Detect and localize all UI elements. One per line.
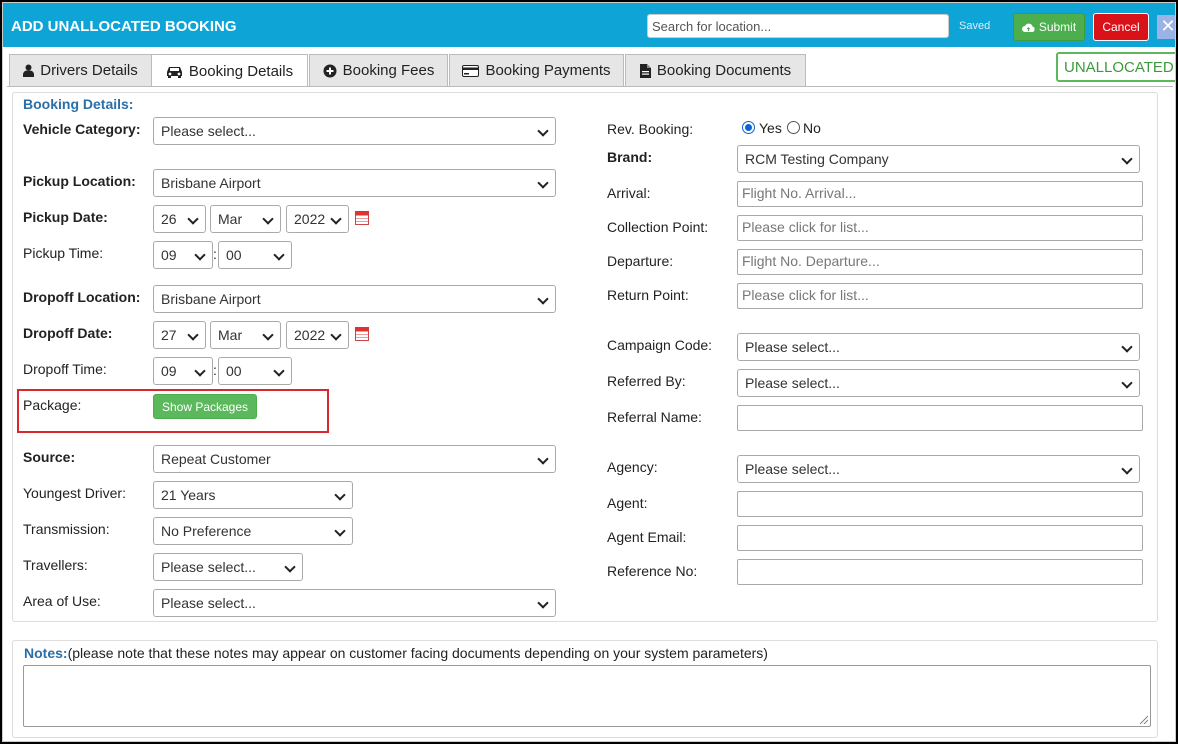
dropoff-day-select[interactable]: 27 <box>153 321 206 349</box>
departure-input[interactable]: Flight No. Departure... <box>737 249 1143 275</box>
reference-no-label: Reference No: <box>607 563 698 579</box>
calendar-icon[interactable] <box>355 211 369 225</box>
pickup-year-select[interactable]: 2022 <box>286 205 349 233</box>
agent-email-label: Agent Email: <box>607 529 687 545</box>
pickup-minute-select[interactable]: 00 <box>218 241 292 269</box>
pickup-location-select[interactable]: Brisbane Airport <box>153 169 556 197</box>
dropoff-year-select[interactable]: 2022 <box>286 321 349 349</box>
location-search-input[interactable] <box>647 14 949 38</box>
plus-circle-icon <box>323 64 337 77</box>
vehicle-category-label: Vehicle Category: <box>23 121 141 137</box>
car-icon <box>166 66 182 78</box>
resize-grip-icon[interactable] <box>1140 716 1148 724</box>
agency-select[interactable]: Please select... <box>737 455 1140 483</box>
pickup-location-label: Pickup Location: <box>23 173 136 189</box>
arrival-input[interactable]: Flight No. Arrival... <box>737 181 1143 207</box>
referred-by-select[interactable]: Please select... <box>737 369 1140 397</box>
notes-title: Notes: <box>24 645 68 661</box>
document-icon <box>639 63 651 78</box>
close-icon[interactable]: ✕ <box>1157 15 1175 39</box>
rev-booking-yes-radio[interactable] <box>742 121 755 134</box>
vehicle-category-select[interactable]: Please select... <box>153 117 556 145</box>
reference-no-input[interactable] <box>737 559 1143 585</box>
dropoff-location-select[interactable]: Brisbane Airport <box>153 285 556 313</box>
tab-label: Booking Payments <box>485 62 611 79</box>
calendar-icon[interactable] <box>355 327 369 341</box>
notes-textarea[interactable] <box>23 665 1151 727</box>
notes-heading: Notes:(please note that these notes may … <box>24 645 768 661</box>
rev-booking-yes-label: Yes <box>759 120 782 136</box>
campaign-code-select[interactable]: Please select... <box>737 333 1140 361</box>
dropoff-hour-select[interactable]: 09 <box>153 357 213 385</box>
agent-email-input[interactable] <box>737 525 1143 551</box>
tab-booking-documents[interactable]: Booking Documents <box>625 54 806 86</box>
tab-booking-details[interactable]: Booking Details <box>151 54 308 87</box>
transmission-select[interactable]: No Preference <box>153 517 353 545</box>
referral-name-label: Referral Name: <box>607 409 702 425</box>
submit-button[interactable]: Submit <box>1013 13 1085 41</box>
campaign-code-label: Campaign Code: <box>607 337 713 353</box>
dialog-title: ADD UNALLOCATED BOOKING <box>11 18 237 35</box>
rev-booking-label: Rev. Booking: <box>607 121 694 137</box>
time-separator: : <box>213 246 217 262</box>
status-badge: UNALLOCATED <box>1056 52 1175 82</box>
tab-label: Booking Documents <box>656 62 792 79</box>
tab-label: Drivers Details <box>40 62 138 79</box>
pickup-day-select[interactable]: 26 <box>153 205 206 233</box>
collection-point-label: Collection Point: <box>607 219 709 235</box>
youngest-driver-label: Youngest Driver: <box>23 485 126 501</box>
travellers-label: Travellers: <box>23 557 88 573</box>
tab-label: Booking Fees <box>342 62 435 79</box>
pickup-month-select[interactable]: Mar <box>210 205 281 233</box>
tab-booking-fees[interactable]: Booking Fees <box>309 54 448 86</box>
tab-booking-payments[interactable]: Booking Payments <box>449 54 624 86</box>
dropoff-month-select[interactable]: Mar <box>210 321 281 349</box>
source-label: Source: <box>23 449 76 465</box>
departure-label: Departure: <box>607 253 674 269</box>
return-point-input[interactable]: Please click for list... <box>737 283 1143 309</box>
return-point-label: Return Point: <box>607 287 689 303</box>
pickup-date-label: Pickup Date: <box>23 209 108 225</box>
user-icon <box>23 64 35 77</box>
time-separator: : <box>213 362 217 378</box>
agent-label: Agent: <box>607 495 648 511</box>
saved-indicator: Saved <box>959 20 991 32</box>
area-of-use-select[interactable]: Please select... <box>153 589 556 617</box>
dropoff-minute-select[interactable]: 00 <box>218 357 292 385</box>
pickup-time-label: Pickup Time: <box>23 245 104 261</box>
dropoff-time-label: Dropoff Time: <box>23 361 107 377</box>
transmission-label: Transmission: <box>23 521 110 537</box>
agency-label: Agency: <box>607 459 658 475</box>
cancel-button[interactable]: Cancel <box>1093 13 1149 41</box>
credit-card-icon <box>462 64 480 77</box>
agent-input[interactable] <box>737 491 1143 517</box>
collection-point-input[interactable]: Please click for list... <box>737 215 1143 241</box>
referred-by-label: Referred By: <box>607 373 686 389</box>
rev-booking-no-label: No <box>803 120 821 136</box>
package-label: Package: <box>23 397 82 413</box>
referral-name-input[interactable] <box>737 405 1143 431</box>
dropoff-date-label: Dropoff Date: <box>23 325 113 341</box>
brand-label: Brand: <box>607 149 653 165</box>
submit-label: Submit <box>1038 20 1077 34</box>
area-of-use-label: Area of Use: <box>23 593 101 609</box>
tab-drivers-details[interactable]: Drivers Details <box>9 54 152 86</box>
section-title: Booking Details: <box>23 96 134 112</box>
rev-booking-no-radio[interactable] <box>787 121 800 134</box>
show-packages-button[interactable]: Show Packages <box>153 394 257 419</box>
source-select[interactable]: Repeat Customer <box>153 445 556 473</box>
title-bar: ADD UNALLOCATED BOOKING Saved Submit Can… <box>3 3 1175 47</box>
pickup-hour-select[interactable]: 09 <box>153 241 213 269</box>
tab-divider <box>7 86 1173 87</box>
notes-hint: (please note that these notes may appear… <box>67 645 768 661</box>
youngest-driver-select[interactable]: 21 Years <box>153 481 353 509</box>
arrival-label: Arrival: <box>607 185 651 201</box>
tab-label: Booking Details <box>188 62 294 80</box>
cloud-upload-icon <box>1021 23 1035 32</box>
travellers-select[interactable]: Please select... <box>153 553 303 581</box>
dropoff-location-label: Dropoff Location: <box>23 289 141 305</box>
brand-select[interactable]: RCM Testing Company <box>737 145 1140 173</box>
